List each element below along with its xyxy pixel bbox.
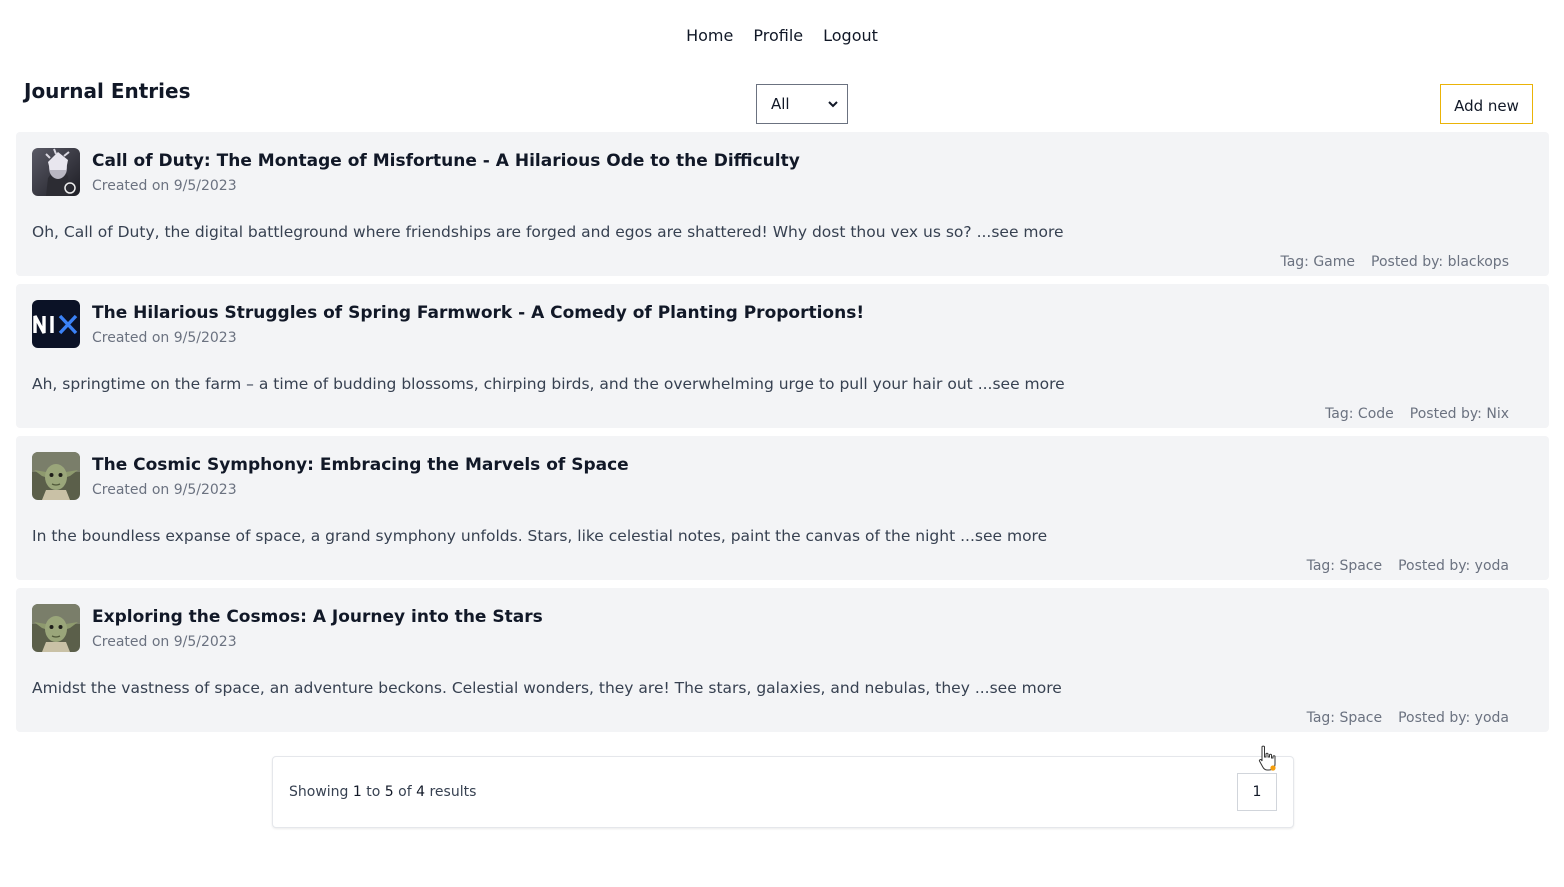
entry-excerpt: Ah, springtime on the farm – a time of b… [32, 373, 1065, 395]
yoda-avatar[interactable] [32, 604, 80, 652]
see-more-link[interactable]: ...see more [977, 223, 1064, 241]
nav-home-link[interactable]: Home [686, 24, 733, 48]
entry-card: The Cosmic Symphony: Embracing the Marve… [16, 436, 1549, 580]
entry-card: Exploring the Cosmos: A Journey into the… [16, 588, 1549, 732]
entry-tag: Tag: Space [1306, 710, 1383, 726]
entry-card: The Hilarious Struggles of Spring Farmwo… [16, 284, 1549, 428]
pagination-prefix: Showing [289, 784, 349, 800]
nix-logo-avatar[interactable] [32, 300, 80, 348]
entry-excerpt-text: Amidst the vastness of space, an adventu… [32, 679, 970, 697]
entry-tag: Tag: Space [1306, 558, 1383, 574]
nav-profile-link[interactable]: Profile [753, 24, 803, 48]
top-nav: Home Profile Logout [0, 24, 1564, 48]
entry-card: Call of Duty: The Montage of Misfortune … [16, 132, 1549, 276]
tag-filter-select[interactable]: All [756, 84, 848, 124]
entry-date: Created on 9/5/2023 [92, 634, 237, 650]
see-more-link[interactable]: ...see more [978, 375, 1065, 393]
entry-author: Posted by: yoda [1398, 710, 1509, 726]
entry-meta: Tag: Space Posted by: yoda [1307, 709, 1509, 727]
entry-title[interactable]: Call of Duty: The Montage of Misfortune … [92, 150, 800, 172]
entry-tag: Tag: Game [1280, 254, 1356, 270]
pagination-from: 1 [352, 784, 362, 800]
pagination-of-word: of [398, 784, 412, 800]
pagination: Showing 1 to 5 of 4 results 1 [272, 756, 1294, 828]
entry-author: Posted by: yoda [1398, 558, 1509, 574]
entry-title[interactable]: The Cosmic Symphony: Embracing the Marve… [92, 454, 629, 476]
chevron-down-icon [828, 101, 838, 108]
entry-excerpt: In the boundless expanse of space, a gra… [32, 525, 1047, 547]
pagination-to: 5 [384, 784, 394, 800]
entry-author: Posted by: Nix [1409, 406, 1509, 422]
entry-excerpt-text: Oh, Call of Duty, the digital battlegrou… [32, 223, 972, 241]
pagination-total: 4 [416, 784, 426, 800]
nav-logout-link[interactable]: Logout [823, 24, 878, 48]
hand-cursor-icon [1258, 745, 1276, 771]
entry-excerpt-text: In the boundless expanse of space, a gra… [32, 527, 956, 545]
entries-list: Call of Duty: The Montage of Misfortune … [16, 132, 1549, 740]
page-button[interactable]: 1 [1237, 773, 1277, 811]
tag-filter-value: All [771, 95, 790, 113]
entry-tag: Tag: Code [1325, 406, 1394, 422]
see-more-link[interactable]: ...see more [960, 527, 1047, 545]
yoda-avatar[interactable] [32, 452, 80, 500]
entry-date: Created on 9/5/2023 [92, 482, 237, 498]
soldier-avatar[interactable] [32, 148, 80, 196]
entry-date: Created on 9/5/2023 [92, 178, 237, 194]
entry-meta: Tag: Game Posted by: blackops [1280, 253, 1509, 271]
page-title: Journal Entries [24, 79, 191, 103]
add-new-button[interactable]: Add new [1440, 84, 1533, 124]
entry-meta: Tag: Space Posted by: yoda [1307, 557, 1509, 575]
entry-author: Posted by: blackops [1371, 254, 1509, 270]
entry-meta: Tag: Code Posted by: Nix [1325, 405, 1509, 423]
entry-title[interactable]: Exploring the Cosmos: A Journey into the… [92, 606, 543, 628]
pagination-to-word: to [366, 784, 381, 800]
entry-title[interactable]: The Hilarious Struggles of Spring Farmwo… [92, 302, 864, 324]
pagination-suffix: results [429, 784, 477, 800]
entry-excerpt: Oh, Call of Duty, the digital battlegrou… [32, 221, 1064, 243]
entry-date: Created on 9/5/2023 [92, 330, 237, 346]
entry-excerpt-text: Ah, springtime on the farm – a time of b… [32, 375, 973, 393]
entry-excerpt: Amidst the vastness of space, an adventu… [32, 677, 1062, 699]
see-more-link[interactable]: ...see more [975, 679, 1062, 697]
pagination-summary: Showing 1 to 5 of 4 results [289, 783, 476, 801]
